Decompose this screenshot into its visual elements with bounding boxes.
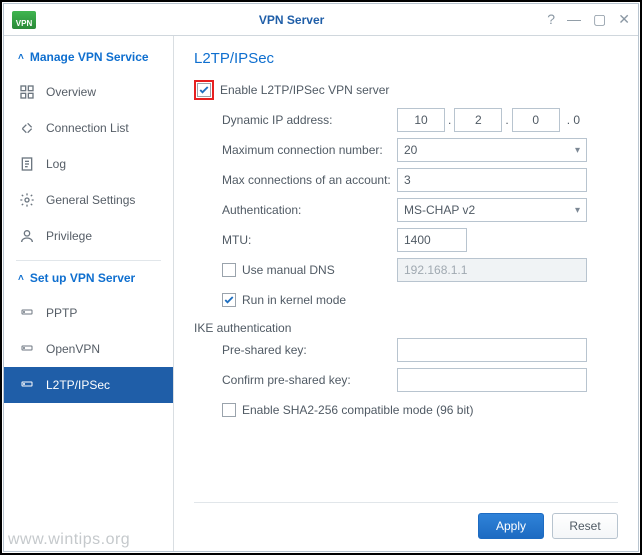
help-icon[interactable]: ?	[547, 11, 555, 28]
sidebar-item-label: L2TP/IPSec	[46, 378, 110, 392]
kernel-mode-checkbox[interactable]	[222, 293, 236, 307]
sidebar-item-openvpn[interactable]: OpenVPN	[4, 331, 173, 367]
max-conn-label: Maximum connection number:	[222, 143, 397, 157]
chevron-up-icon: ˄	[18, 273, 24, 284]
psk-input[interactable]	[397, 338, 587, 362]
ike-auth-heading: IKE authentication	[194, 317, 618, 337]
dns-input	[397, 258, 587, 282]
sha2-label: Enable SHA2-256 compatible mode (96 bit)	[242, 403, 473, 417]
sidebar-item-label: Overview	[46, 85, 96, 99]
connection-icon	[18, 119, 36, 137]
select-value: 20	[404, 143, 417, 157]
mtu-label: MTU:	[222, 233, 397, 247]
server-icon	[18, 340, 36, 358]
sidebar-item-label: Connection List	[46, 121, 129, 135]
server-icon	[18, 376, 36, 394]
dynamic-ip-label: Dynamic IP address:	[222, 113, 397, 127]
psk-confirm-input[interactable]	[397, 368, 587, 392]
ip-octet-3[interactable]	[512, 108, 560, 132]
max-acc-label: Max connections of an account:	[222, 173, 397, 187]
psk-label: Pre-shared key:	[222, 343, 397, 357]
manual-dns-label: Use manual DNS	[242, 263, 335, 277]
select-value: MS-CHAP v2	[404, 203, 475, 217]
mtu-input[interactable]	[397, 228, 467, 252]
highlight-enable-checkbox	[194, 80, 214, 100]
chevron-down-icon: ▾	[575, 145, 580, 156]
chevron-up-icon: ˄	[18, 52, 24, 63]
auth-select[interactable]: MS-CHAP v2 ▾	[397, 198, 587, 222]
footer: Apply Reset	[194, 502, 618, 551]
titlebar: VPN VPN Server ? — ▢ ✕	[4, 4, 638, 36]
close-icon[interactable]: ✕	[618, 11, 630, 28]
section-label: Manage VPN Service	[30, 50, 149, 64]
manual-dns-checkbox[interactable]	[222, 263, 236, 277]
gear-icon	[18, 191, 36, 209]
sidebar-item-general-settings[interactable]: General Settings	[4, 182, 173, 218]
overview-icon	[18, 83, 36, 101]
window-title: VPN Server	[36, 13, 547, 27]
log-icon	[18, 155, 36, 173]
reset-button[interactable]: Reset	[552, 513, 618, 539]
sidebar-item-privilege[interactable]: Privilege	[4, 218, 173, 254]
sidebar-item-connection-list[interactable]: Connection List	[4, 110, 173, 146]
page-title: L2TP/IPSec	[194, 50, 618, 67]
section-label: Set up VPN Server	[30, 271, 135, 285]
user-icon	[18, 227, 36, 245]
apply-button[interactable]: Apply	[478, 513, 544, 539]
sidebar-item-label: OpenVPN	[46, 342, 100, 356]
sidebar-item-l2tp-ipsec[interactable]: L2TP/IPSec	[4, 367, 173, 403]
ip-octet-2[interactable]	[454, 108, 502, 132]
content-panel: L2TP/IPSec Enable L2TP/IPSec VPN server …	[174, 36, 638, 551]
enable-l2tp-checkbox[interactable]	[197, 83, 211, 97]
divider	[16, 260, 161, 261]
ip-octet-1[interactable]	[397, 108, 445, 132]
section-manage-vpn[interactable]: ˄ Manage VPN Service	[4, 46, 173, 74]
sidebar-item-label: General Settings	[46, 193, 135, 207]
vpn-server-window: VPN VPN Server ? — ▢ ✕ ˄ Manage VPN Serv…	[3, 3, 639, 552]
server-icon	[18, 304, 36, 322]
sidebar-item-label: Privilege	[46, 229, 92, 243]
enable-l2tp-label: Enable L2TP/IPSec VPN server	[220, 83, 389, 97]
vpn-badge-icon: VPN	[12, 11, 36, 29]
sidebar-item-overview[interactable]: Overview	[4, 74, 173, 110]
maximize-icon[interactable]: ▢	[593, 11, 606, 28]
minimize-icon[interactable]: —	[567, 11, 581, 28]
ip-last-octet-static: . 0	[567, 113, 580, 127]
sidebar-item-label: Log	[46, 157, 66, 171]
sidebar-item-log[interactable]: Log	[4, 146, 173, 182]
kernel-mode-label: Run in kernel mode	[242, 293, 346, 307]
sha2-checkbox[interactable]	[222, 403, 236, 417]
sidebar-item-pptp[interactable]: PPTP	[4, 295, 173, 331]
max-acc-input[interactable]	[397, 168, 587, 192]
chevron-down-icon: ▾	[575, 205, 580, 216]
max-conn-select[interactable]: 20 ▾	[397, 138, 587, 162]
sidebar-item-label: PPTP	[46, 306, 77, 320]
section-setup-vpn[interactable]: ˄ Set up VPN Server	[4, 267, 173, 295]
sidebar: ˄ Manage VPN Service Overview Connection…	[4, 36, 174, 551]
auth-label: Authentication:	[222, 203, 397, 217]
psk-confirm-label: Confirm pre-shared key:	[222, 373, 397, 387]
